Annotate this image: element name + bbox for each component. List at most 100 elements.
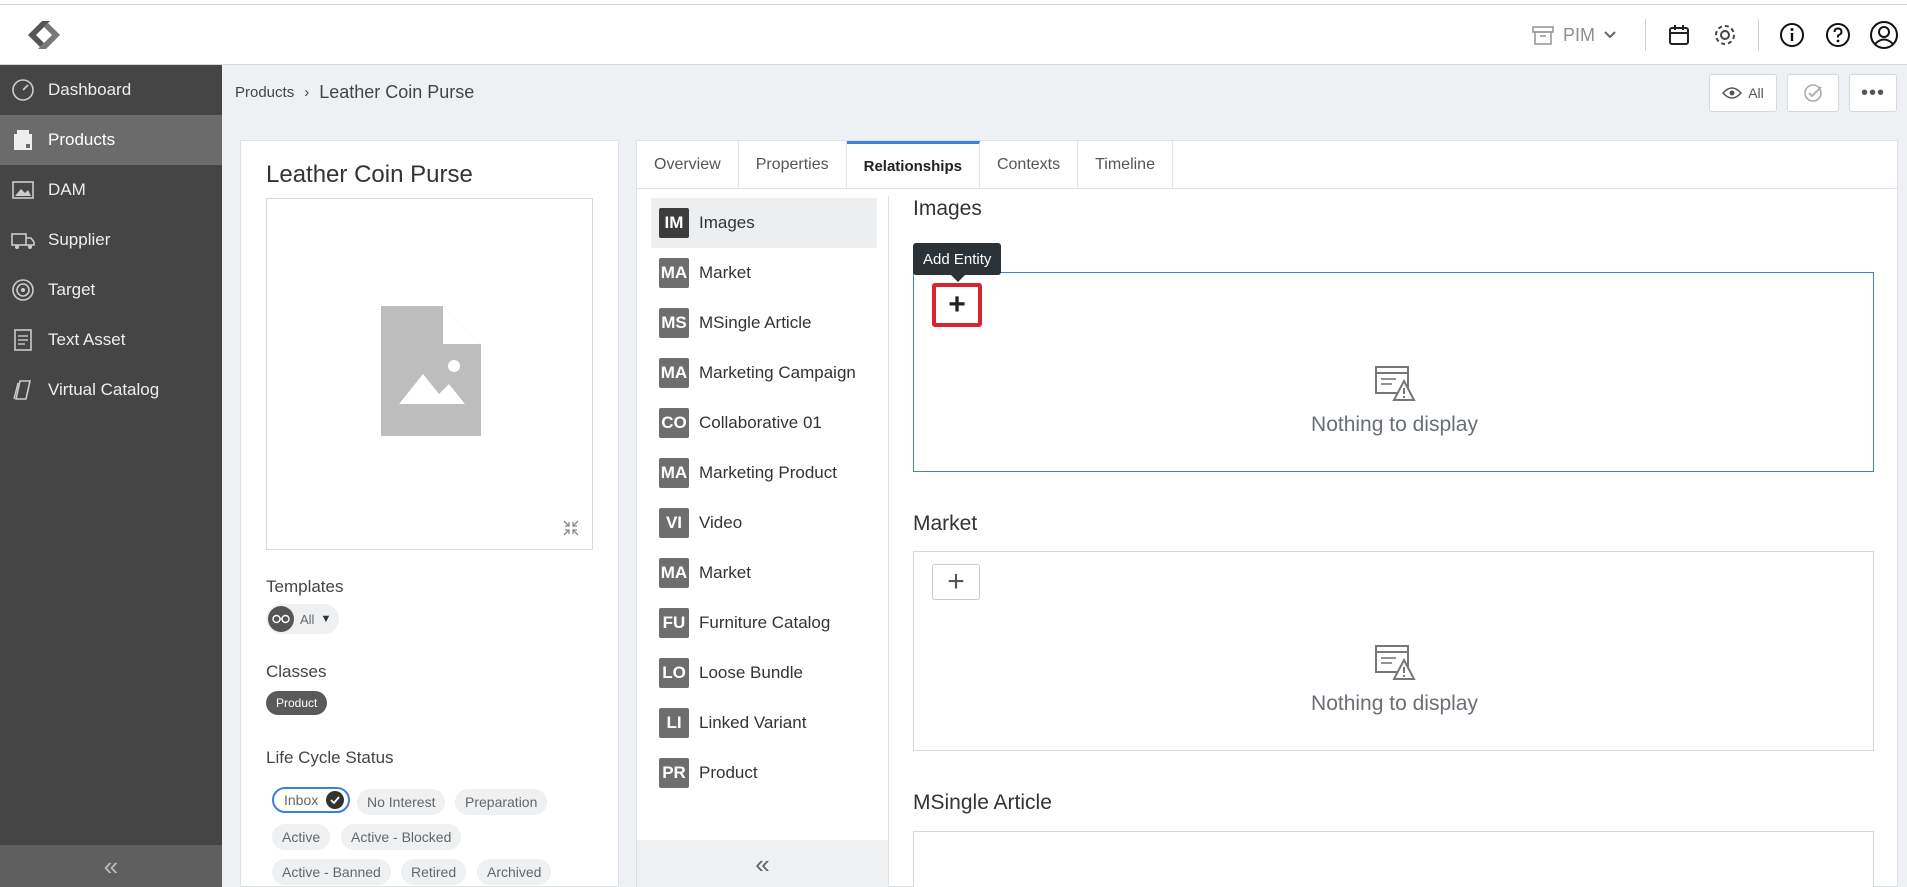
- relationship-label: Collaborative 01: [699, 413, 822, 432]
- eye-icon: [1722, 87, 1743, 99]
- lifecycle-chip-archived[interactable]: Archived: [477, 859, 552, 885]
- truck-icon: [11, 233, 35, 249]
- tab-bar: Overview Properties Relationships Contex…: [637, 141, 1897, 189]
- product-summary-panel: Leather Coin Purse Templates All ▼ Class…: [240, 140, 619, 887]
- more-options-button[interactable]: •••: [1849, 74, 1897, 112]
- settings-button[interactable]: [1702, 5, 1748, 65]
- section-msingle-article: [913, 831, 1874, 887]
- relationship-item-marketing-product[interactable]: MA Marketing Product: [651, 448, 877, 498]
- relationship-badge: LO: [659, 658, 689, 688]
- tab-contexts[interactable]: Contexts: [980, 141, 1079, 189]
- info-button[interactable]: [1769, 5, 1815, 65]
- relationship-item-linked-variant[interactable]: LI Linked Variant: [651, 698, 877, 748]
- relationship-item-marketing-campaign[interactable]: MA Marketing Campaign: [651, 348, 877, 398]
- page-toolbar: All •••: [1709, 74, 1897, 112]
- section-market: + Nothing to display: [913, 551, 1874, 751]
- relationship-label: Furniture Catalog: [699, 613, 831, 632]
- lifecycle-chip-retired[interactable]: Retired: [401, 859, 467, 885]
- app-logo-icon[interactable]: [20, 17, 68, 53]
- empty-state-text: Nothing to display: [1311, 413, 1478, 436]
- relationship-label: Marketing Product: [699, 463, 837, 482]
- breadcrumb-parent[interactable]: Products: [235, 84, 294, 101]
- lifecycle-chip-active[interactable]: Active: [272, 824, 331, 850]
- double-chevron-left-icon: «: [755, 848, 770, 879]
- double-chevron-left-icon: «: [103, 850, 119, 881]
- templates-label: Templates: [266, 577, 344, 596]
- help-icon: [1826, 23, 1850, 47]
- relationship-item-loose-bundle[interactable]: LO Loose Bundle: [651, 648, 877, 698]
- more-icon: •••: [1860, 81, 1885, 104]
- tab-properties[interactable]: Properties: [739, 141, 847, 189]
- add-entity-button[interactable]: +: [932, 564, 980, 600]
- module-label: PIM: [1562, 24, 1595, 45]
- header-divider: [1758, 19, 1759, 51]
- view-filter-label: All: [1748, 85, 1764, 101]
- sidebar-item-text-asset[interactable]: Text Asset: [0, 315, 222, 365]
- lifecycle-chip-preparation[interactable]: Preparation: [455, 789, 548, 815]
- relationship-badge: VI: [659, 508, 689, 538]
- glasses-icon: [268, 606, 294, 632]
- lifecycle-chip-active-banned[interactable]: Active - Banned: [272, 859, 391, 885]
- breadcrumb-separator: ›: [304, 84, 310, 101]
- validate-button[interactable]: [1787, 74, 1839, 112]
- module-selector[interactable]: PIM: [1513, 5, 1635, 65]
- gear-icon: [1715, 25, 1735, 45]
- relationship-label: Market: [699, 563, 751, 582]
- relationship-item-images[interactable]: IM Images: [651, 198, 877, 248]
- user-menu-button[interactable]: [1861, 5, 1907, 65]
- breadcrumb: Products › Leather Coin Purse: [235, 82, 474, 103]
- templates-dropdown[interactable]: All ▼: [266, 604, 340, 634]
- no-data-icon: [1374, 645, 1416, 680]
- section-images: + Nothing to display: [913, 272, 1874, 472]
- relationship-list-collapse-button[interactable]: «: [637, 840, 888, 887]
- relationship-item-collaborative-01[interactable]: CO Collaborative 01: [651, 398, 877, 448]
- sidebar-item-products[interactable]: Products: [0, 115, 222, 165]
- sidebar-item-label: DAM: [48, 180, 86, 199]
- relationship-badge: FU: [659, 608, 689, 638]
- relationship-item-product[interactable]: PR Product: [651, 748, 877, 798]
- app-header: PIM: [0, 5, 1907, 65]
- sidebar-item-label: Virtual Catalog: [48, 380, 160, 399]
- section-title-images: Images: [913, 197, 982, 220]
- sidebar-item-dashboard[interactable]: Dashboard: [0, 65, 222, 115]
- sidebar-item-target[interactable]: Target: [0, 265, 222, 315]
- relationship-item-msingle-article[interactable]: MS MSingle Article: [651, 298, 877, 348]
- add-entity-tooltip: Add Entity: [913, 243, 1002, 282]
- lifecycle-chip-inbox[interactable]: Inbox: [272, 787, 351, 813]
- tab-overview[interactable]: Overview: [637, 141, 739, 189]
- relationship-item-market[interactable]: MA Market: [651, 248, 877, 298]
- check-circle-icon: [326, 791, 345, 809]
- lifecycle-chip-no-interest[interactable]: No Interest: [357, 789, 446, 815]
- tab-relationships[interactable]: Relationships: [846, 141, 980, 189]
- relationship-item-furniture-catalog[interactable]: FU Furniture Catalog: [651, 598, 877, 648]
- relationship-label: MSingle Article: [699, 313, 812, 332]
- sidebar-item-dam[interactable]: DAM: [0, 165, 222, 215]
- product-image-box[interactable]: [266, 198, 593, 550]
- header-divider: [1645, 19, 1646, 51]
- view-filter-button[interactable]: All: [1709, 74, 1777, 112]
- relationship-item-video[interactable]: VI Video: [651, 498, 877, 548]
- relationship-badge: PR: [659, 758, 689, 788]
- calendar-button[interactable]: [1656, 5, 1702, 65]
- plus-icon: +: [948, 288, 966, 321]
- tab-timeline[interactable]: Timeline: [1078, 141, 1173, 189]
- caret-down-icon: ▼: [320, 613, 332, 625]
- chevron-down-icon: [1604, 31, 1616, 39]
- relationship-label: Loose Bundle: [699, 663, 803, 682]
- relationship-badge: IM: [659, 208, 689, 238]
- relationship-item-market-2[interactable]: MA Market: [651, 548, 877, 598]
- templates-value: All: [300, 611, 315, 627]
- no-data-icon: [1374, 366, 1416, 401]
- archive-icon: [1532, 26, 1554, 45]
- relationship-label: Video: [699, 513, 743, 532]
- info-icon: [1780, 23, 1804, 47]
- help-button[interactable]: [1815, 5, 1861, 65]
- sidebar-item-supplier[interactable]: Supplier: [0, 215, 222, 265]
- sidebar-item-virtual-catalog[interactable]: Virtual Catalog: [0, 365, 222, 415]
- sidebar-collapse-button[interactable]: «: [0, 845, 222, 887]
- lifecycle-chip-active-blocked[interactable]: Active - Blocked: [341, 824, 462, 850]
- class-chip[interactable]: Product: [266, 691, 328, 715]
- relationship-badge: LI: [659, 708, 689, 738]
- add-entity-button[interactable]: +: [932, 283, 982, 327]
- collapse-arrows-icon[interactable]: [562, 519, 580, 537]
